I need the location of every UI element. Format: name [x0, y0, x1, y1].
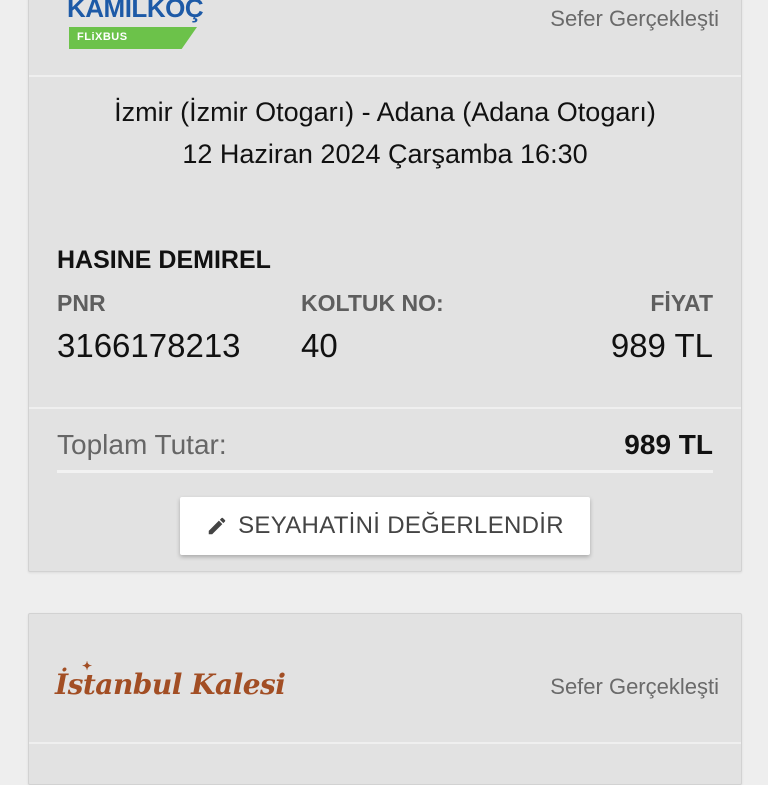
departure-datetime: 12 Haziran 2024 Çarşamba 16:30 [182, 139, 588, 169]
trip-status: Sefer Gerçekleşti [550, 6, 719, 31]
pnr-label: PNR [57, 290, 106, 316]
star-icon: ✦ [82, 659, 92, 673]
details-divider [29, 407, 741, 409]
seat-label: KOLTUK NO: [301, 290, 444, 316]
istanbul-kalesi-logo: ✦ İstanbul Kalesi [55, 659, 286, 701]
rate-trip-button[interactable]: SEYAHATİNİ DEĞERLENDİR [180, 497, 590, 555]
seat-value: 40 [301, 327, 338, 364]
total-underline [57, 470, 713, 473]
header-divider [29, 75, 741, 77]
kamilkoc-logo-text: KAMILKOÇ [67, 0, 204, 23]
ticket-card[interactable]: ✦ İstanbul Kalesi Sefer Gerçekleşti [28, 613, 742, 785]
kamilkoc-logo: KAMILKOÇ FLiXBUS [67, 0, 207, 51]
route-text: İzmir (İzmir Otogarı) - Adana (Adana Oto… [114, 97, 656, 127]
trip-status: Sefer Gerçekleşti [550, 674, 719, 699]
total-label: Toplam Tutar: [57, 429, 227, 460]
rate-trip-button-label: SEYAHATİNİ DEĞERLENDİR [238, 512, 564, 539]
passenger-name: HASINE DEMIREL [57, 246, 271, 274]
price-value: 989 TL [610, 327, 713, 364]
pnr-value: 3166178213 [57, 327, 241, 364]
price-label: FİYAT [650, 290, 713, 316]
pencil-icon [208, 517, 226, 535]
flixbus-logo-text: FLiXBUS [77, 31, 128, 43]
header-divider [29, 742, 741, 744]
total-value: 989 TL [624, 429, 713, 460]
ticket-card[interactable]: KAMILKOÇ FLiXBUS Sefer Gerçekleşti İzmir… [28, 0, 742, 572]
flixbus-band: FLiXBUS [69, 27, 197, 49]
